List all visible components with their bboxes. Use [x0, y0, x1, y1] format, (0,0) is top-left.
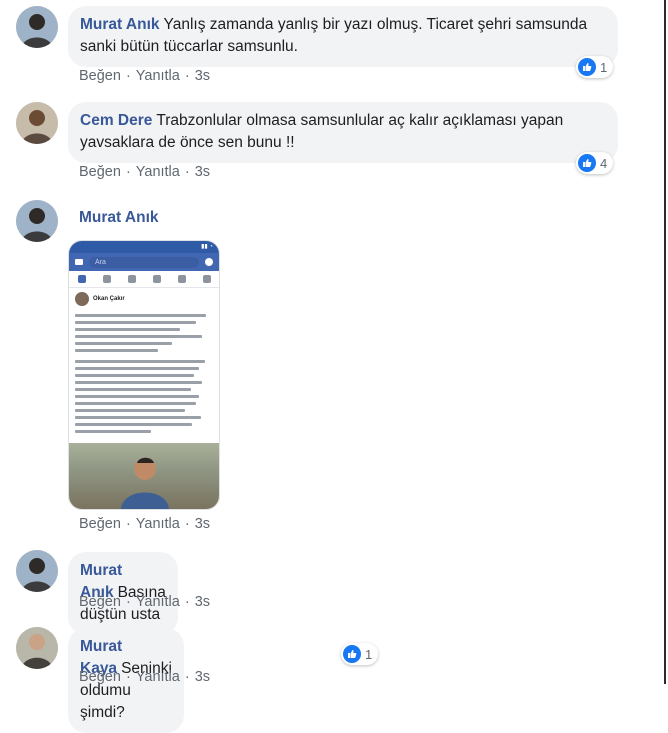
like-link[interactable]: Beğen	[79, 669, 121, 685]
like-link[interactable]: Beğen	[79, 516, 121, 532]
separator: ·	[125, 68, 131, 84]
comment-text: Trabzonlular olmasa samsunlular aç kalır…	[80, 112, 564, 151]
reply-link[interactable]: Yanıtla	[136, 516, 180, 532]
phone-post-avatar	[75, 292, 89, 306]
like-link[interactable]: Beğen	[79, 164, 121, 180]
reply-link[interactable]: Yanıtla	[136, 68, 180, 84]
comment-actions: Beğen · Yanıtla · 3s	[79, 594, 210, 610]
marketplace-icon	[152, 275, 161, 283]
comment-author[interactable]: Cem Dere	[80, 112, 152, 129]
avatar[interactable]	[16, 200, 58, 242]
bell-icon	[177, 275, 186, 283]
comment-photo[interactable]: ▮▮ ◔ Ara Okan Çakır	[68, 240, 220, 510]
separator: ·	[184, 669, 190, 685]
separator: ·	[125, 164, 131, 180]
separator: ·	[184, 68, 190, 84]
timestamp[interactable]: 3s	[195, 516, 210, 532]
news-feed-icon	[77, 275, 86, 283]
timestamp[interactable]: 3s	[195, 68, 210, 84]
friends-icon	[102, 275, 111, 283]
avatar[interactable]	[16, 627, 58, 669]
separator: ·	[184, 594, 190, 610]
phone-search-input: Ara	[89, 256, 199, 268]
like-link[interactable]: Beğen	[79, 594, 121, 610]
avatar[interactable]	[16, 102, 58, 144]
reaction-count[interactable]: 1	[341, 643, 379, 665]
like-link[interactable]: Beğen	[79, 68, 121, 84]
separator: ·	[184, 164, 190, 180]
reaction-count[interactable]: 4	[576, 152, 614, 174]
reply-link[interactable]: Yanıtla	[136, 594, 180, 610]
timestamp[interactable]: 3s	[195, 594, 210, 610]
comment-bubble: Murat Anık Yanlış zamanda yanlış bir yazı…	[68, 6, 618, 67]
separator: ·	[125, 669, 131, 685]
like-reaction-icon	[578, 58, 596, 76]
timestamp[interactable]: 3s	[195, 164, 210, 180]
phone-search-bar: Ara	[69, 253, 219, 271]
timestamp[interactable]: 3s	[195, 669, 210, 685]
comment-actions: Beğen · Yanıtla · 3s	[79, 164, 210, 180]
watch-icon	[127, 275, 136, 283]
messenger-icon	[205, 258, 213, 266]
reaction-number: 1	[365, 646, 373, 662]
like-reaction-icon	[578, 154, 596, 172]
reaction-number: 4	[600, 155, 608, 171]
comment-author[interactable]: Murat Anık	[80, 16, 160, 33]
like-reaction-icon	[343, 645, 361, 663]
comment-actions: Beğen · Yanıtla · 3s	[79, 669, 210, 685]
reaction-count[interactable]: 1	[576, 56, 614, 78]
separator: ·	[125, 594, 131, 610]
phone-status-bar: ▮▮ ◔	[69, 241, 219, 253]
comment-actions: Beğen · Yanıtla · 3s	[79, 68, 210, 84]
camera-icon	[75, 259, 83, 265]
phone-post: Okan Çakır	[69, 288, 219, 437]
comment-actions: Beğen · Yanıtla · 3s	[79, 516, 210, 532]
phone-post-header: Okan Çakır	[75, 292, 213, 306]
window-border	[664, 0, 666, 684]
phone-post-image	[69, 443, 219, 509]
avatar[interactable]	[16, 6, 58, 48]
separator: ·	[125, 516, 131, 532]
comment-bubble: Cem Dere Trabzonlular olmasa samsunlular …	[68, 102, 618, 163]
avatar[interactable]	[16, 550, 58, 592]
phone-post-author: Okan Çakır	[93, 296, 125, 302]
phone-post-text-lines	[75, 314, 213, 433]
menu-icon	[202, 275, 211, 283]
comment-author[interactable]: Murat Anık	[79, 209, 159, 227]
reply-link[interactable]: Yanıtla	[136, 669, 180, 685]
reaction-number: 1	[600, 59, 608, 75]
separator: ·	[184, 516, 190, 532]
reply-link[interactable]: Yanıtla	[136, 164, 180, 180]
person-figure	[121, 457, 169, 509]
phone-tabs	[69, 271, 219, 288]
